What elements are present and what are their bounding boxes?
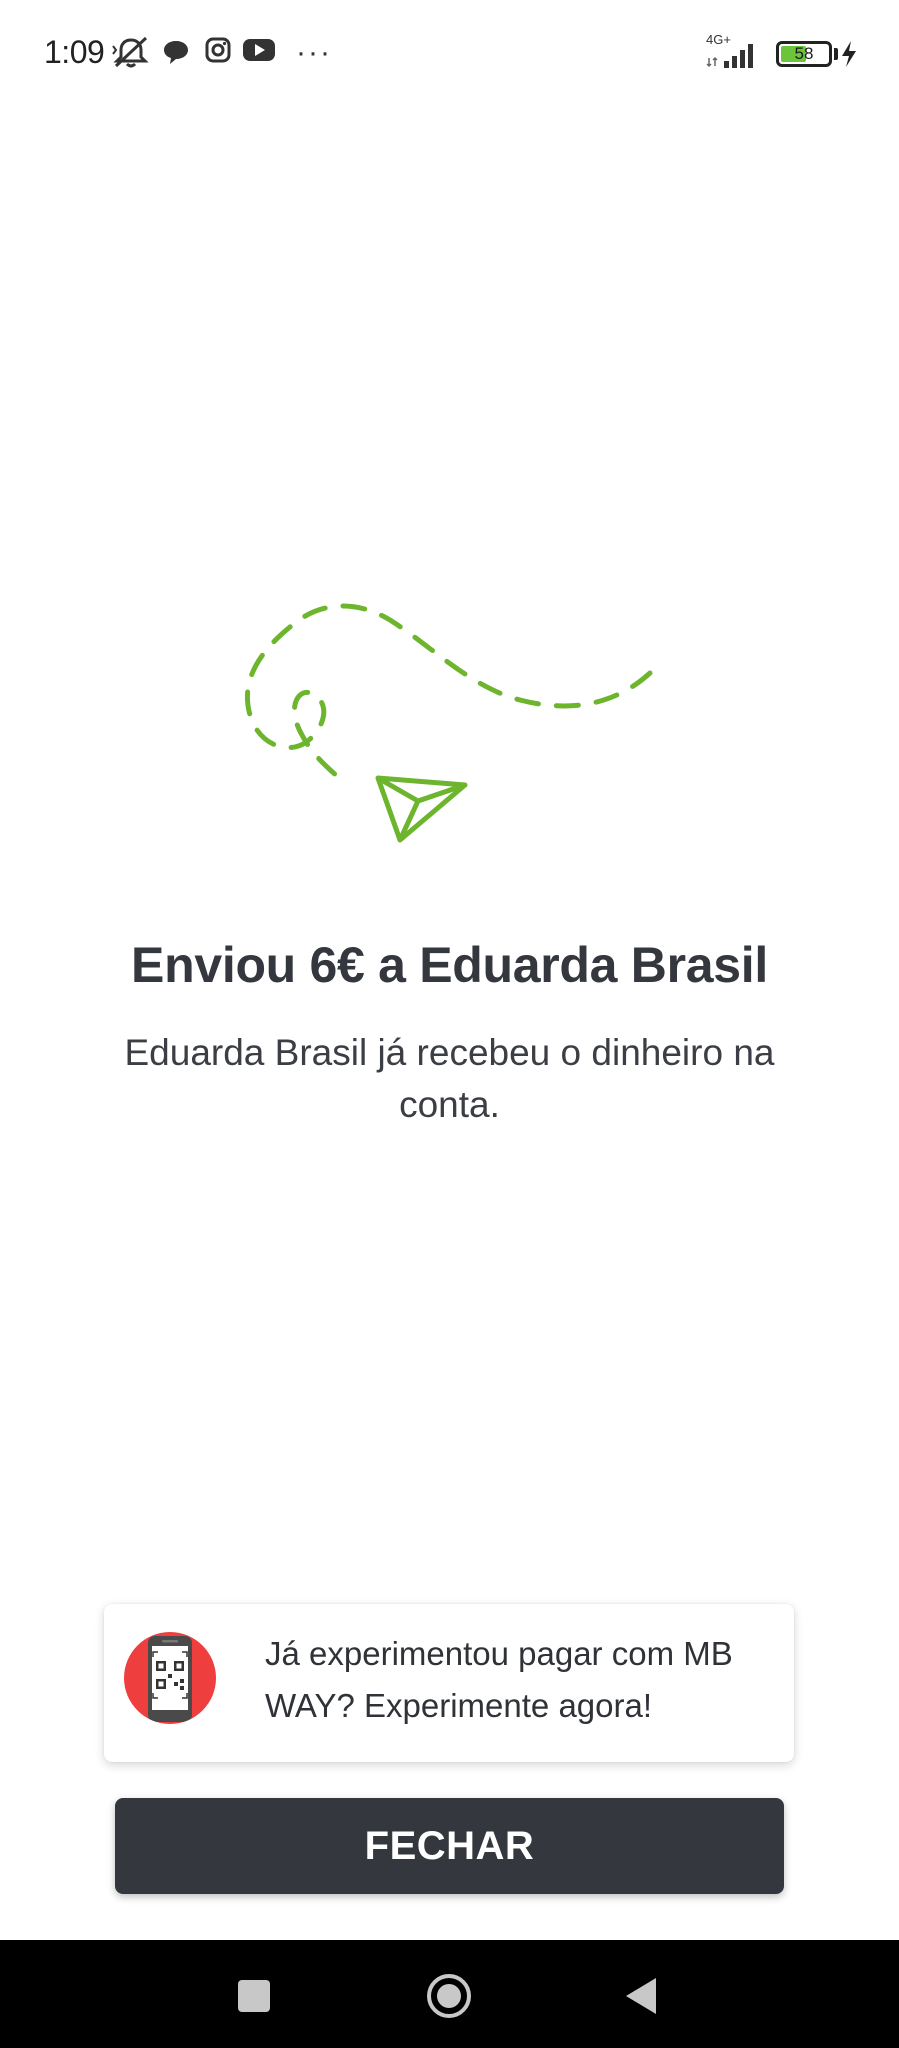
back-icon[interactable] xyxy=(614,1968,670,2024)
home-icon[interactable] xyxy=(421,1968,477,2024)
battery-percent: 58 xyxy=(794,44,814,63)
navigation-bar xyxy=(0,1940,899,2048)
mute-icon xyxy=(112,36,150,75)
battery-icon: 58 xyxy=(776,41,832,67)
message-icon xyxy=(162,38,190,71)
status-time: 1:09 xyxy=(44,34,105,70)
close-button[interactable]: FECHAR xyxy=(115,1798,784,1894)
more-icon: ··· xyxy=(296,36,332,69)
recents-icon[interactable] xyxy=(226,1968,282,2024)
promo-text: Já experimentou pagar com MB WAY? Experi… xyxy=(265,1635,733,1724)
status-bar: 1:09 ··· 4G+ 58 xyxy=(0,0,899,108)
battery-cap xyxy=(834,48,838,60)
charging-icon xyxy=(840,40,858,73)
qr-phone-icon xyxy=(124,1632,216,1724)
page-subtitle: Eduarda Brasil já recebeu o dinheiro na … xyxy=(124,1032,775,1125)
youtube-icon xyxy=(242,36,276,69)
paper-plane-dashed-path-icon xyxy=(240,595,660,855)
page-title: Enviou 6€ a Eduarda Brasil xyxy=(131,937,768,993)
instagram-icon xyxy=(204,36,232,69)
mbway-promo-card[interactable]: Já experimentou pagar com MB WAY? Experi… xyxy=(104,1604,794,1762)
signal-icon: 4G+ xyxy=(706,32,766,70)
